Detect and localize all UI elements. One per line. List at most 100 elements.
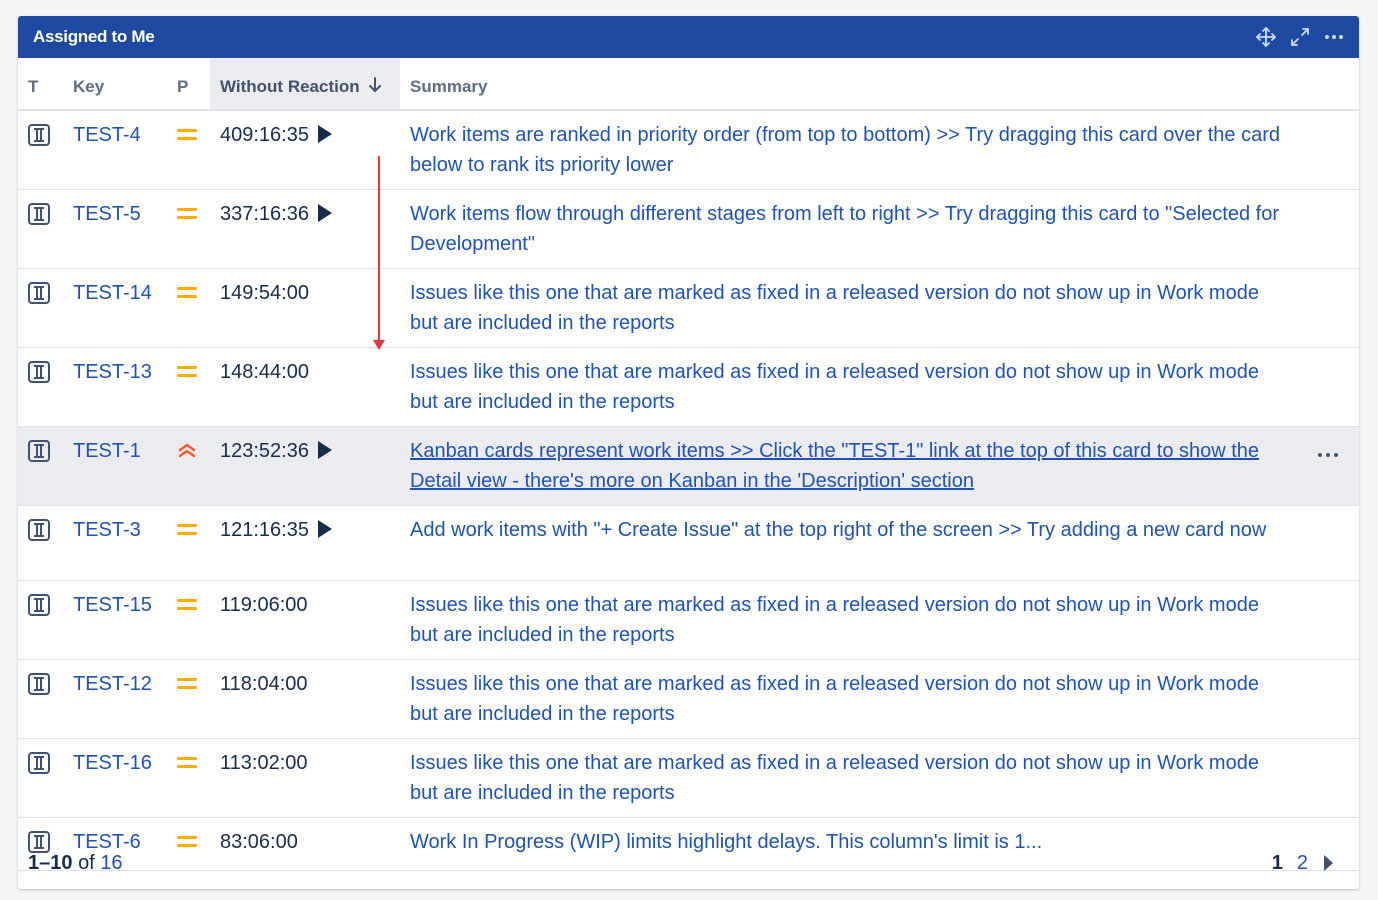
priority-medium-icon xyxy=(177,756,197,770)
type-cell xyxy=(18,189,63,269)
summary-cell: Work items are ranked in priority order … xyxy=(400,110,1296,190)
sort-down-arrow-icon xyxy=(369,77,382,92)
table-row[interactable]: TEST-16 113:02:00 Issues like this one tha… xyxy=(18,738,1359,818)
issue-type-icon xyxy=(28,282,50,304)
issue-key-link[interactable]: TEST-1 xyxy=(73,440,141,462)
priority-cell xyxy=(167,110,210,190)
issue-key-link[interactable]: TEST-14 xyxy=(73,282,152,304)
row-actions-cell xyxy=(1296,659,1359,739)
play-icon[interactable] xyxy=(317,125,332,143)
without-reaction-value: 118:04:00 xyxy=(220,673,308,695)
row-actions-cell xyxy=(1296,505,1359,581)
key-cell: TEST-5 xyxy=(63,189,167,269)
table-row[interactable]: TEST-1 123:52:36 Kanban cards represent wo… xyxy=(18,426,1359,506)
column-header-summary[interactable]: Summary xyxy=(400,58,1296,111)
without-reaction-value: 337:16:36 xyxy=(220,203,309,225)
issue-key-link[interactable]: TEST-3 xyxy=(73,519,141,541)
expand-icon[interactable] xyxy=(1289,26,1311,48)
summary-cell: Issues like this one that are marked as … xyxy=(400,268,1296,348)
summary-cell: Add work items with "+ Create Issue" at … xyxy=(400,505,1296,581)
more-icon[interactable] xyxy=(1323,26,1345,48)
table-header-row: T Key P Without Reaction Summary xyxy=(18,58,1359,111)
row-actions-cell xyxy=(1296,189,1359,269)
type-cell xyxy=(18,426,63,506)
result-of: of xyxy=(78,851,95,874)
key-cell: TEST-13 xyxy=(63,347,167,427)
issue-type-icon xyxy=(28,124,50,146)
column-header-type[interactable]: T xyxy=(18,58,63,111)
move-icon[interactable] xyxy=(1255,26,1277,48)
row-actions-cell xyxy=(1296,738,1359,818)
type-cell xyxy=(18,347,63,427)
result-count: 1–10 of 16 xyxy=(28,852,123,875)
key-cell: TEST-14 xyxy=(63,268,167,348)
type-cell xyxy=(18,738,63,818)
play-icon[interactable] xyxy=(317,520,332,538)
issue-summary-link[interactable]: Work items are ranked in priority order … xyxy=(410,124,1280,176)
issue-key-link[interactable]: TEST-5 xyxy=(73,203,141,225)
issue-summary-link[interactable]: Issues like this one that are marked as … xyxy=(410,752,1259,804)
issue-key-link[interactable]: TEST-12 xyxy=(73,673,152,695)
issue-summary-link[interactable]: Kanban cards represent work items >> Cli… xyxy=(410,440,1259,492)
play-icon[interactable] xyxy=(317,441,332,459)
key-cell: TEST-1 xyxy=(63,426,167,506)
without-reaction-value: 409:16:35 xyxy=(220,124,309,146)
issue-summary-link[interactable]: Issues like this one that are marked as … xyxy=(410,594,1259,646)
table-row[interactable]: TEST-5 337:16:36 Work items flow through d… xyxy=(18,189,1359,269)
priority-cell xyxy=(167,189,210,269)
priority-medium-icon xyxy=(177,286,197,300)
priority-cell xyxy=(167,268,210,348)
issue-summary-link[interactable]: Issues like this one that are marked as … xyxy=(410,361,1259,413)
priority-cell xyxy=(167,426,210,506)
table-row[interactable]: TEST-3 121:16:35 Add work items with "+ Cr… xyxy=(18,505,1359,581)
key-cell: TEST-3 xyxy=(63,505,167,581)
table-row[interactable]: TEST-14 149:54:00 Issues like this one tha… xyxy=(18,268,1359,348)
without-reaction-value: 113:02:00 xyxy=(220,752,308,774)
issue-summary-link[interactable]: Add work items with "+ Create Issue" at … xyxy=(410,519,1266,541)
table-row[interactable]: TEST-12 118:04:00 Issues like this one tha… xyxy=(18,659,1359,739)
issue-type-icon xyxy=(28,594,50,616)
row-actions-cell xyxy=(1296,426,1359,506)
result-total[interactable]: 16 xyxy=(100,852,122,874)
type-cell xyxy=(18,580,63,660)
issue-type-icon xyxy=(28,519,50,541)
without-reaction-cell: 119:06:00 xyxy=(210,580,400,660)
priority-medium-icon xyxy=(177,598,197,612)
key-cell: TEST-12 xyxy=(63,659,167,739)
issue-summary-link[interactable]: Issues like this one that are marked as … xyxy=(410,673,1259,725)
play-icon[interactable] xyxy=(317,204,332,222)
without-reaction-cell: 149:54:00 xyxy=(210,268,400,348)
row-more-icon[interactable] xyxy=(1317,453,1338,457)
priority-medium-icon xyxy=(177,207,197,221)
table-row[interactable]: TEST-15 119:06:00 Issues like this one tha… xyxy=(18,580,1359,660)
summary-cell: Issues like this one that are marked as … xyxy=(400,580,1296,660)
issue-key-link[interactable]: TEST-15 xyxy=(73,594,152,616)
key-cell: TEST-15 xyxy=(63,580,167,660)
table-row[interactable]: TEST-13 148:44:00 Issues like this one tha… xyxy=(18,347,1359,427)
issue-key-link[interactable]: TEST-13 xyxy=(73,361,152,383)
without-reaction-cell: 113:02:00 xyxy=(210,738,400,818)
gadget-header: Assigned to Me xyxy=(18,16,1359,58)
column-header-priority[interactable]: P xyxy=(167,58,210,111)
without-reaction-cell: 337:16:36 xyxy=(210,189,400,269)
column-header-key[interactable]: Key xyxy=(63,58,167,111)
pagination: 1 2 xyxy=(1272,852,1333,875)
without-reaction-value: 119:06:00 xyxy=(220,594,308,616)
without-reaction-cell: 121:16:35 xyxy=(210,505,400,581)
issue-summary-link[interactable]: Work items flow through different stages… xyxy=(410,203,1279,255)
row-actions-cell xyxy=(1296,110,1359,190)
issue-key-link[interactable]: TEST-4 xyxy=(73,124,141,146)
table-row[interactable]: TEST-4 409:16:35 Work items are ranked in … xyxy=(18,110,1359,190)
issue-key-link[interactable]: TEST-16 xyxy=(73,752,152,774)
type-cell xyxy=(18,110,63,190)
next-page-icon[interactable] xyxy=(1324,855,1333,871)
without-reaction-cell: 118:04:00 xyxy=(210,659,400,739)
page-1[interactable]: 1 xyxy=(1272,852,1283,875)
issue-type-icon xyxy=(28,752,50,774)
issues-table: T Key P Without Reaction Summary TEST-4 4… xyxy=(18,58,1359,871)
issue-type-icon xyxy=(28,673,50,695)
issue-summary-link[interactable]: Issues like this one that are marked as … xyxy=(410,282,1259,334)
priority-cell xyxy=(167,659,210,739)
column-header-without-reaction[interactable]: Without Reaction xyxy=(210,58,400,111)
page-2[interactable]: 2 xyxy=(1297,852,1308,875)
